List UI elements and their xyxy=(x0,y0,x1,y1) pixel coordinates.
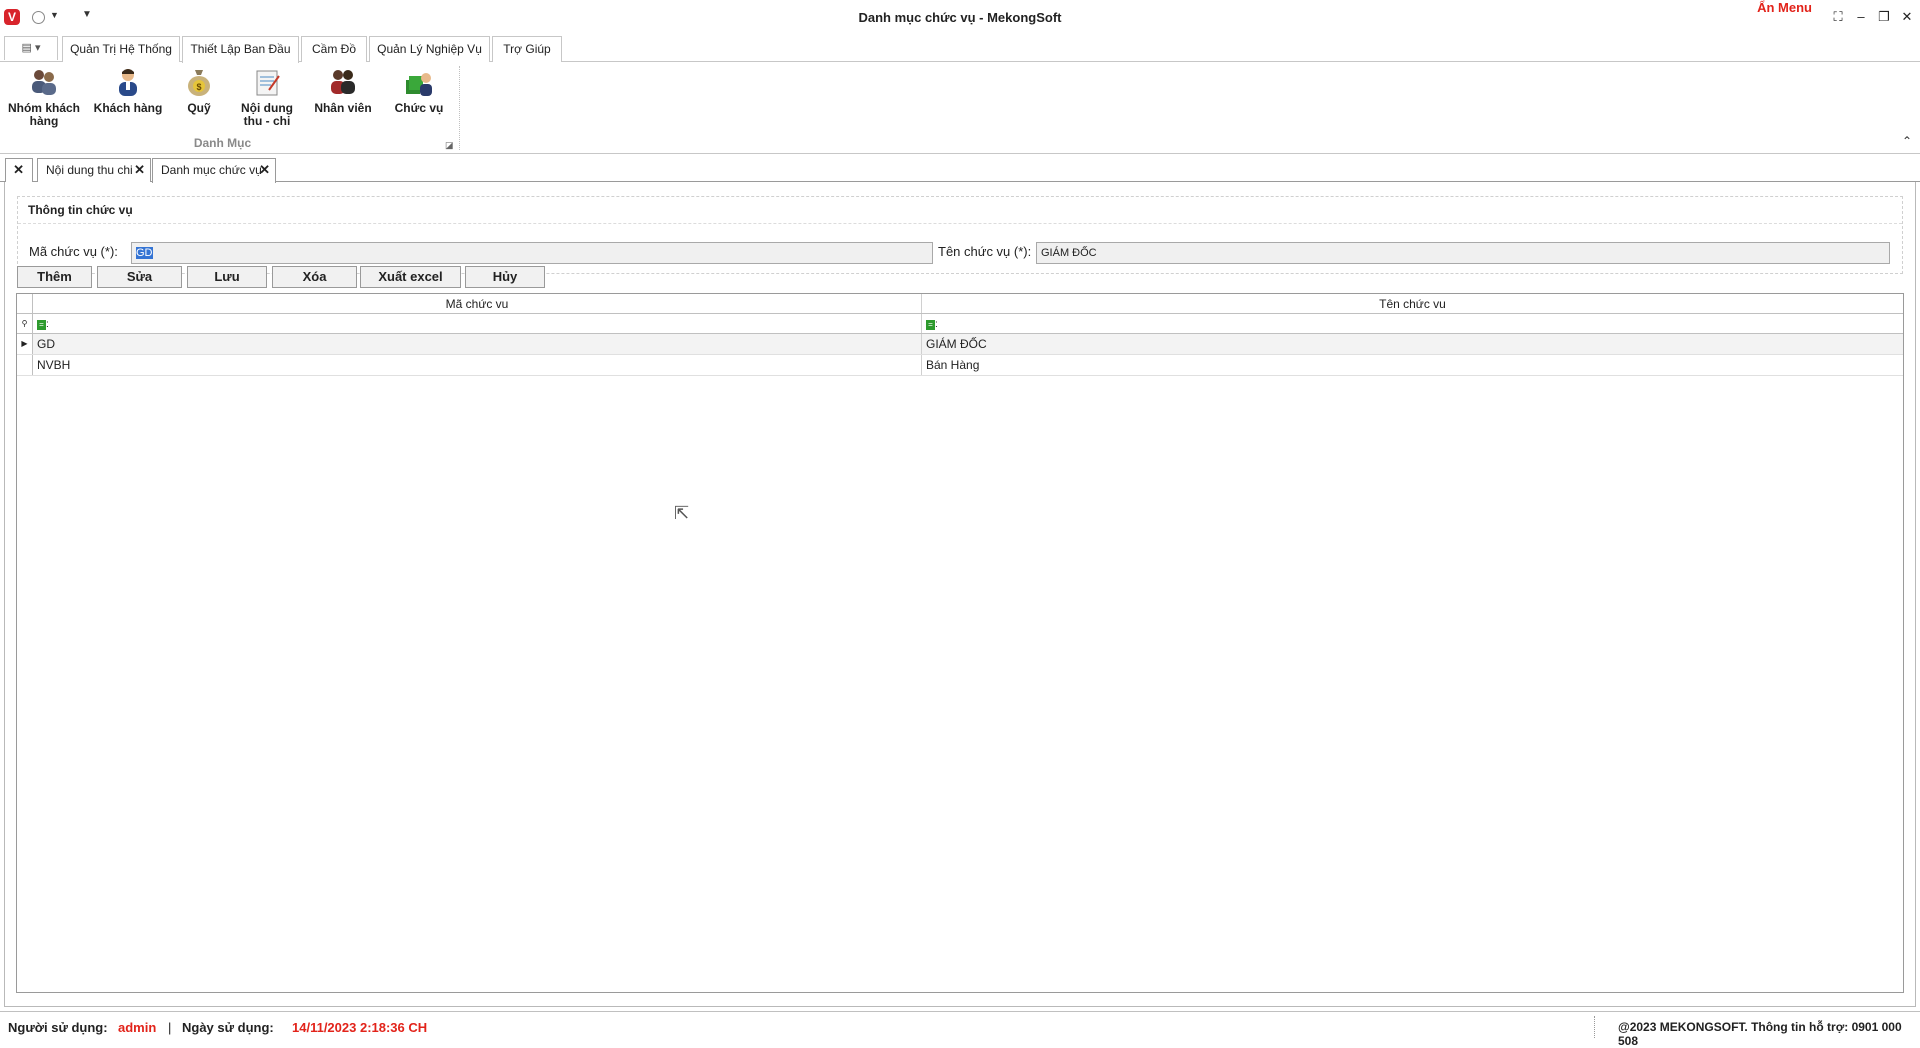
ribbon-group-separator xyxy=(459,66,460,150)
customer-icon xyxy=(119,69,137,96)
date-label: Ngày sử dụng: xyxy=(182,1020,274,1035)
status-separator xyxy=(1594,1016,1595,1038)
cell-name[interactable]: Bán Hàng xyxy=(922,355,1903,375)
status-bar: Người sử dụng: admin | Ngày sử dụng: 14/… xyxy=(0,1011,1920,1048)
section-divider xyxy=(18,223,1902,224)
close-tab-icon[interactable]: ✕ xyxy=(134,159,145,181)
cell-code[interactable]: NVBH xyxy=(33,355,922,375)
positions-grid: Mã chức vu Tên chức vu ⚲ =: =: ▶ GD GIÁM… xyxy=(16,293,1904,993)
tab-quan-tri-he-thong[interactable]: Quản Trị Hệ Thống xyxy=(62,36,180,62)
tab-thiet-lap-ban-dau[interactable]: Thiết Lập Ban Đầu xyxy=(182,36,299,63)
tab-quan-ly-nghiep-vu[interactable]: Quản Lý Nghiệp Vụ xyxy=(369,36,490,62)
income-expense-button[interactable]: Nội dung thu - chi xyxy=(234,66,300,128)
minimize-button[interactable]: – xyxy=(1852,9,1870,24)
income-expense-label: Nội dung thu - chi xyxy=(241,101,293,128)
date-value: 14/11/2023 2:18:36 CH xyxy=(292,1020,428,1035)
employees-icon xyxy=(331,70,355,94)
code-input[interactable]: GD xyxy=(131,242,933,264)
tab-noi-dung-thu-chi-label: Nội dung thu chi xyxy=(46,163,133,177)
ribbon-panel: Nhóm khách hàng Khách hàng $ Quỹ Nội dun… xyxy=(0,62,1920,154)
filter-marker: : xyxy=(46,318,49,330)
group-launcher-icon[interactable]: ◪ xyxy=(445,140,454,151)
collapse-ribbon-icon[interactable]: ⌃ xyxy=(1902,134,1912,148)
cell-name[interactable]: GIÁM ĐỐC xyxy=(922,334,1903,354)
employee-label: Nhân viên xyxy=(314,101,372,115)
row-indicator-icon: ▶ xyxy=(17,334,33,354)
svg-text:$: $ xyxy=(196,82,201,92)
position-icon xyxy=(406,73,432,96)
main-panel: Thông tin chức vụ Mã chức vụ (*): GD Tên… xyxy=(4,182,1916,1007)
position-info-group: Thông tin chức vụ Mã chức vụ (*): GD Tên… xyxy=(17,196,1903,274)
table-row[interactable]: NVBH Bán Hàng xyxy=(17,355,1903,376)
document-tab-bar: ✕ Nội dung thu chi ✕ Danh mục chức vụ ✕ xyxy=(0,156,1920,183)
window-title: Danh mục chức vụ - MekongSoft xyxy=(858,10,1062,25)
add-button[interactable]: Thêm xyxy=(17,266,92,288)
code-input-value: GD xyxy=(136,247,153,259)
header-indicator xyxy=(17,294,33,313)
position-label: Chức vụ xyxy=(394,101,444,115)
copyright-text: @2023 MEKONGSOFT. Thông tin hỗ trợ: 0901… xyxy=(1618,1020,1902,1048)
mouse-cursor-icon: ⇱ xyxy=(674,503,690,523)
close-button[interactable]: ✕ xyxy=(1898,9,1916,25)
customer-group-label: Nhóm khách hàng xyxy=(7,101,80,128)
column-header-code[interactable]: Mã chức vu xyxy=(33,294,922,313)
tab-noi-dung-thu-chi[interactable]: Nội dung thu chi ✕ xyxy=(37,158,151,182)
name-label: Tên chức vụ (*): xyxy=(938,244,1032,259)
hide-menu-link[interactable]: Ẩn Menu xyxy=(1757,0,1812,15)
customer-button[interactable]: Khách hàng xyxy=(90,66,166,115)
notepad-icon xyxy=(256,70,280,96)
restore-button[interactable]: ❐ xyxy=(1875,9,1893,25)
delete-button[interactable]: Xóa xyxy=(272,266,357,288)
status-divider: | xyxy=(168,1020,172,1035)
section-title: Thông tin chức vụ xyxy=(28,203,133,217)
customer-label: Khách hàng xyxy=(93,101,163,115)
export-excel-button[interactable]: Xuất excel xyxy=(360,266,461,288)
customer-group-button[interactable]: Nhóm khách hàng xyxy=(2,66,86,128)
cancel-button[interactable]: Hủy xyxy=(465,266,545,288)
code-label: Mã chức vụ (*): xyxy=(29,244,118,259)
fund-button[interactable]: $ Quỹ xyxy=(178,66,220,115)
name-input[interactable]: GIÁM ĐỐC xyxy=(1036,242,1890,264)
user-label: Người sử dụng: xyxy=(8,1020,108,1035)
edit-button[interactable]: Sửa xyxy=(97,266,182,288)
app-menu-button[interactable]: ▤ ▾ xyxy=(4,36,58,60)
filter-cell-code[interactable]: =: xyxy=(33,314,922,333)
grid-header-row: Mã chức vu Tên chức vu xyxy=(17,294,1903,314)
position-button[interactable]: Chức vụ xyxy=(390,66,448,115)
column-header-name[interactable]: Tên chức vu xyxy=(922,294,1903,313)
title-bar: V ▼ ▼ Danh mục chức vụ - MekongSoft Ẩn M… xyxy=(0,0,1920,34)
save-button[interactable]: Lưu xyxy=(187,266,267,288)
tab-cam-do[interactable]: Cầm Đồ xyxy=(301,36,367,62)
close-tab-icon[interactable]: ✕ xyxy=(259,159,270,181)
employee-button[interactable]: Nhân viên xyxy=(310,66,376,115)
filter-marker: : xyxy=(935,318,938,330)
close-all-tabs-button[interactable]: ✕ xyxy=(5,158,33,182)
tab-tro-giup[interactable]: Trợ Giúp xyxy=(492,36,562,62)
customer-group-icon xyxy=(32,70,56,95)
ribbon-group-label: Danh Mục xyxy=(193,136,252,150)
grid-filter-row: ⚲ =: =: xyxy=(17,314,1903,334)
table-row[interactable]: ▶ GD GIÁM ĐỐC xyxy=(17,334,1903,355)
tab-danh-muc-chuc-vu[interactable]: Danh mục chức vụ ✕ xyxy=(152,158,276,183)
cell-code[interactable]: GD xyxy=(33,334,922,354)
filter-condition-icon[interactable]: = xyxy=(37,319,46,330)
close-icon: ✕ xyxy=(13,162,24,177)
fund-label: Quỹ xyxy=(187,101,211,115)
fullscreen-icon[interactable]: ⛶ xyxy=(1829,9,1847,25)
row-indicator xyxy=(17,355,33,375)
filter-cell-name[interactable]: =: xyxy=(922,314,1903,333)
filter-row-icon: ⚲ xyxy=(17,314,33,333)
ribbon-tab-bar: ▤ ▾ Quản Trị Hệ Thống Thiết Lập Ban Đầu … xyxy=(0,34,1920,63)
user-value: admin xyxy=(118,1020,157,1035)
tab-danh-muc-chuc-vu-label: Danh mục chức vụ xyxy=(161,163,262,177)
money-bag-icon: $ xyxy=(188,70,210,96)
filter-condition-icon[interactable]: = xyxy=(926,319,935,330)
